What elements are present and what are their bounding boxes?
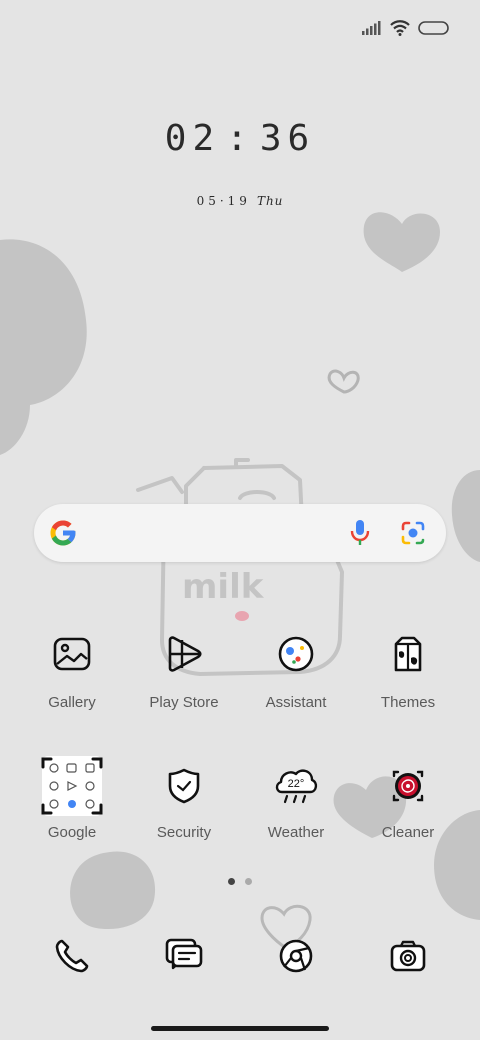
app-grid-row-1: Gallery Play Store Assistant Themes [16, 622, 464, 711]
wallpaper-blob-right [451, 470, 480, 562]
wallpaper-heart-top-right [363, 212, 440, 272]
weather-temp-badge: 22° [288, 778, 305, 790]
messages-icon [165, 938, 203, 970]
wifi-icon [390, 20, 410, 36]
app-cleaner[interactable]: Cleaner [352, 754, 464, 841]
app-grid-row-2: Google Security 22° Weather Cleaner [16, 754, 464, 841]
app-security[interactable]: Security [128, 754, 240, 841]
google-folder-icon [41, 756, 103, 816]
assistant-icon [278, 636, 314, 672]
app-assistant[interactable]: Assistant [240, 622, 352, 711]
app-label: Assistant [265, 694, 327, 711]
dock-phone[interactable] [16, 926, 128, 986]
google-g-icon [50, 520, 76, 546]
wallpaper-milk-blush [235, 611, 249, 621]
clock-hour: 02 [164, 118, 221, 159]
home-clock[interactable]: 02:36 [0, 118, 480, 159]
battery-icon [418, 21, 449, 35]
cleaner-icon [392, 770, 424, 802]
page-indicator[interactable] [0, 878, 480, 885]
dock-messages[interactable] [128, 926, 240, 986]
google-search-bar[interactable] [34, 504, 446, 562]
date-month-day: 05·19 [196, 194, 251, 208]
app-weather[interactable]: 22° Weather [240, 754, 352, 841]
app-google-folder[interactable]: Google [16, 754, 128, 841]
signal-icon [362, 21, 381, 35]
play-store-icon [168, 636, 202, 672]
security-icon [168, 768, 200, 804]
dock [16, 926, 464, 986]
wallpaper-milk-text: milk [182, 567, 265, 607]
clock-colon: : [226, 118, 254, 159]
app-label: Google [47, 824, 97, 841]
camera-icon [390, 940, 426, 972]
app-label: Play Store [149, 694, 219, 711]
browser-icon [279, 939, 313, 973]
clock-minute: 36 [259, 118, 316, 159]
lens-camera-icon[interactable] [400, 520, 426, 546]
page-dot-2[interactable] [245, 878, 252, 885]
app-play-store[interactable]: Play Store [128, 622, 240, 711]
app-themes[interactable]: Themes [352, 622, 464, 711]
wallpaper-blob-left [0, 239, 87, 455]
themes-icon [394, 636, 422, 672]
wallpaper-heart-small [327, 369, 360, 394]
dock-camera[interactable] [352, 926, 464, 986]
microphone-icon[interactable] [350, 519, 370, 547]
dock-browser[interactable] [240, 926, 352, 986]
date-weekday: Thu [256, 194, 284, 208]
app-label: Themes [380, 694, 436, 711]
status-bar [362, 14, 450, 42]
app-label: Cleaner [381, 824, 435, 841]
app-label: Security [156, 824, 212, 841]
page-dot-1[interactable] [228, 878, 235, 885]
wallpaper-blob-bottom-left [70, 851, 156, 930]
home-indicator[interactable] [151, 1026, 329, 1031]
weather-icon: 22° [275, 769, 318, 804]
app-label: Weather [267, 824, 325, 841]
home-date[interactable]: 05·19 Thu [0, 194, 480, 208]
app-label: Gallery [48, 694, 96, 711]
phone-icon [55, 939, 89, 973]
app-gallery[interactable]: Gallery [16, 622, 128, 711]
gallery-icon [53, 637, 91, 671]
